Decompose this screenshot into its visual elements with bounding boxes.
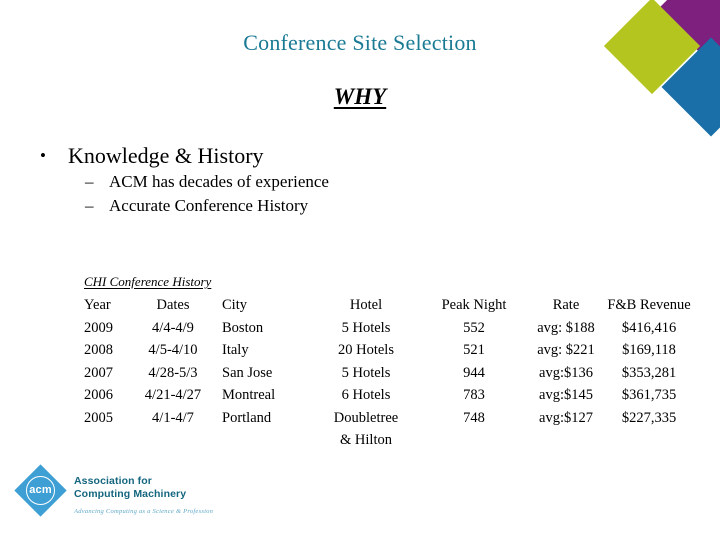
bullet-level2-label: ACM has decades of experience bbox=[109, 172, 329, 191]
bullet-marker-icon: • bbox=[40, 146, 46, 165]
cell-empty bbox=[526, 429, 606, 452]
cell-dates: 4/5-4/10 bbox=[148, 342, 198, 358]
bullet-level1: • Knowledge & History bbox=[40, 142, 640, 170]
acm-tagline: Advancing Computing as a Science & Profe… bbox=[74, 508, 214, 515]
cell-empty bbox=[132, 429, 214, 452]
cell-peak-night: 748 bbox=[463, 409, 485, 426]
cell-fb-revenue: $353,281 bbox=[621, 364, 677, 381]
slide-canvas: Conference Site Selection WHY • Knowledge… bbox=[0, 0, 720, 540]
column-header-city: City bbox=[222, 297, 247, 313]
cell-rate: avg:$145 bbox=[539, 387, 593, 403]
section-heading-why: WHY bbox=[333, 84, 387, 109]
column-header-peak-night: Peak Night bbox=[441, 297, 507, 313]
cell-hotel: 6 Hotels bbox=[341, 387, 391, 403]
cell-hotel-line2: & Hilton bbox=[340, 432, 392, 448]
cell-hotel: 20 Hotels bbox=[338, 342, 394, 358]
acm-logo: acm Association for Computing Machinery … bbox=[14, 464, 246, 532]
cell-rate: avg: $188 bbox=[537, 319, 595, 336]
bullet-list: • Knowledge & History – ACM has decades of… bbox=[40, 142, 640, 218]
cell-year: 2005 bbox=[84, 409, 113, 426]
bullet-level1-label: Knowledge & History bbox=[68, 143, 264, 168]
cell-empty bbox=[214, 429, 310, 452]
cell-empty bbox=[606, 429, 692, 452]
cell-dates: 4/21-4/27 bbox=[144, 387, 202, 403]
cell-hotel: Doubletree bbox=[333, 409, 399, 426]
bullet-level2-item: – ACM has decades of experience bbox=[85, 170, 640, 194]
table-caption: CHI Conference History bbox=[84, 274, 212, 289]
cell-year: 2009 bbox=[84, 319, 113, 336]
cell-dates: 4/28-5/3 bbox=[148, 364, 198, 381]
cell-city: Italy bbox=[222, 342, 249, 358]
table-row: 2006 4/21-4/27 Montreal 6 Hotels 783 avg… bbox=[84, 384, 692, 407]
cell-hotel: 5 Hotels bbox=[341, 364, 391, 381]
decorative-diamonds bbox=[560, 0, 720, 150]
acm-org-name-line1: Association for bbox=[74, 475, 152, 487]
cell-city: Montreal bbox=[222, 387, 276, 403]
cell-peak-night: 944 bbox=[463, 364, 485, 381]
column-header-hotel: Hotel bbox=[349, 297, 383, 313]
cell-rate: avg: $221 bbox=[537, 342, 595, 358]
column-header-year: Year bbox=[84, 297, 111, 313]
cell-fb-revenue: $361,735 bbox=[621, 387, 677, 403]
page-title: Conference Site Selection bbox=[243, 30, 477, 55]
table-row: 2005 4/1-4/7 Portland Doubletree 748 avg… bbox=[84, 407, 692, 430]
dash-marker-icon: – bbox=[85, 172, 94, 191]
cell-year: 2007 bbox=[84, 364, 113, 381]
cell-rate: avg:$136 bbox=[539, 364, 593, 381]
cell-fb-revenue: $227,335 bbox=[621, 409, 677, 426]
cell-fb-revenue: $169,118 bbox=[622, 342, 676, 358]
cell-city: San Jose bbox=[222, 364, 273, 381]
acm-org-name-line2: Computing Machinery bbox=[74, 488, 187, 500]
cell-hotel: 5 Hotels bbox=[341, 319, 391, 336]
cell-rate: avg:$127 bbox=[539, 409, 593, 426]
conference-history-block: CHI Conference History Year Dates City H… bbox=[84, 274, 691, 452]
cell-empty bbox=[84, 429, 132, 452]
acm-org-name: Association for Computing Machinery bbox=[74, 475, 186, 501]
cell-empty bbox=[422, 429, 526, 452]
acm-wordmark: acm bbox=[29, 484, 52, 496]
column-header-dates: Dates bbox=[156, 297, 190, 313]
cell-year: 2008 bbox=[84, 342, 113, 358]
cell-dates: 4/1-4/7 bbox=[152, 409, 194, 426]
bullet-level2-label: Accurate Conference History bbox=[109, 196, 309, 215]
cell-fb-revenue: $416,416 bbox=[621, 319, 677, 336]
table-row: 2008 4/5-4/10 Italy 20 Hotels 521 avg: $… bbox=[84, 339, 692, 362]
table-header-row: Year Dates City Hotel Peak Night Rate F&… bbox=[84, 294, 692, 317]
cell-peak-night: 521 bbox=[463, 342, 485, 358]
column-header-fb-revenue: F&B Revenue bbox=[607, 297, 691, 313]
cell-city: Portland bbox=[222, 409, 272, 426]
cell-peak-night: 783 bbox=[463, 387, 485, 403]
table-row-continuation: & Hilton bbox=[84, 429, 692, 452]
table-row: 2007 4/28-5/3 San Jose 5 Hotels 944 avg:… bbox=[84, 362, 692, 385]
cell-city: Boston bbox=[222, 319, 264, 336]
table-row: 2009 4/4-4/9 Boston 5 Hotels 552 avg: $1… bbox=[84, 317, 692, 340]
bullet-level2-item: – Accurate Conference History bbox=[85, 194, 640, 218]
conference-history-table: Year Dates City Hotel Peak Night Rate F&… bbox=[84, 294, 692, 452]
cell-peak-night: 552 bbox=[463, 319, 485, 336]
dash-marker-icon: – bbox=[85, 196, 94, 215]
cell-dates: 4/4-4/9 bbox=[152, 319, 194, 336]
cell-year: 2006 bbox=[84, 387, 113, 403]
column-header-rate: Rate bbox=[552, 297, 580, 313]
